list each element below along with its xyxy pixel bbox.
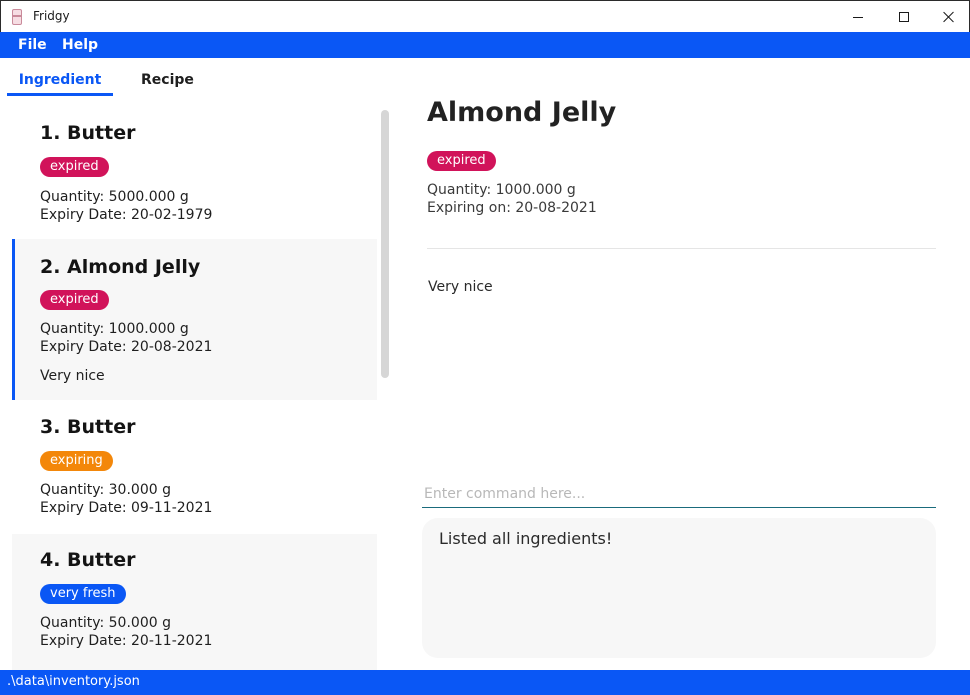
detail-divider: [427, 248, 936, 249]
detail-quantity: Quantity: 1000.000 g: [427, 182, 576, 198]
command-input[interactable]: [422, 480, 936, 508]
ingredient-list[interactable]: 1. Butter expired Quantity: 5000.000 g E…: [0, 104, 396, 670]
maximize-icon: [899, 12, 909, 22]
window-title: Fridgy: [33, 9, 70, 23]
title-bar: Fridgy: [0, 0, 970, 32]
menu-bar: File Help: [0, 32, 970, 58]
close-icon: [943, 11, 955, 23]
ingredient-title: 2. Almond Jelly: [40, 256, 201, 278]
ingredient-title: 4. Butter: [40, 549, 136, 571]
tab-ingredient[interactable]: Ingredient: [7, 72, 113, 96]
ingredient-quantity: Quantity: 5000.000 g: [40, 189, 189, 205]
menu-file[interactable]: File: [18, 37, 47, 53]
status-badge: expired: [40, 290, 109, 310]
list-item[interactable]: 3. Butter expiring Quantity: 30.000 g Ex…: [12, 400, 377, 533]
ingredient-expiry: Expiry Date: 20-11-2021: [40, 633, 213, 649]
detail-title: Almond Jelly: [427, 97, 617, 128]
file-path: .\data\inventory.json: [7, 674, 140, 689]
tab-recipe[interactable]: Recipe: [141, 72, 194, 88]
ingredient-expiry: Expiry Date: 09-11-2021: [40, 500, 213, 516]
ingredient-quantity: Quantity: 50.000 g: [40, 615, 171, 631]
status-badge: expired: [40, 157, 109, 177]
result-message: Listed all ingredients!: [439, 529, 613, 548]
list-item[interactable]: 4. Butter very fresh Quantity: 50.000 g …: [12, 534, 377, 670]
detail-status-badge: expired: [427, 151, 496, 171]
list-scrollbar[interactable]: [381, 110, 389, 378]
close-button[interactable]: [926, 1, 970, 33]
ingredient-description: Very nice: [40, 368, 105, 384]
minimize-button[interactable]: [835, 1, 881, 33]
status-badge: very fresh: [40, 584, 126, 604]
ingredient-title: 1. Butter: [40, 122, 136, 144]
ingredient-expiry: Expiry Date: 20-08-2021: [40, 339, 213, 355]
status-badge: expiring: [40, 451, 113, 471]
detail-expiry: Expiring on: 20-08-2021: [427, 200, 597, 216]
ingredient-title: 3. Butter: [40, 416, 136, 438]
ingredient-quantity: Quantity: 30.000 g: [40, 482, 171, 498]
list-item[interactable]: 2. Almond Jelly expired Quantity: 1000.0…: [12, 239, 377, 400]
detail-description: Very nice: [428, 279, 493, 295]
maximize-button[interactable]: [881, 1, 927, 33]
ingredient-expiry: Expiry Date: 20-02-1979: [40, 207, 213, 223]
list-item[interactable]: 1. Butter expired Quantity: 5000.000 g E…: [12, 104, 377, 238]
minimize-icon: [853, 16, 863, 18]
result-display: Listed all ingredients!: [422, 518, 936, 658]
ingredient-quantity: Quantity: 1000.000 g: [40, 321, 189, 337]
menu-help[interactable]: Help: [62, 37, 98, 53]
fridge-icon: [12, 9, 22, 25]
status-bar: .\data\inventory.json: [0, 670, 970, 695]
